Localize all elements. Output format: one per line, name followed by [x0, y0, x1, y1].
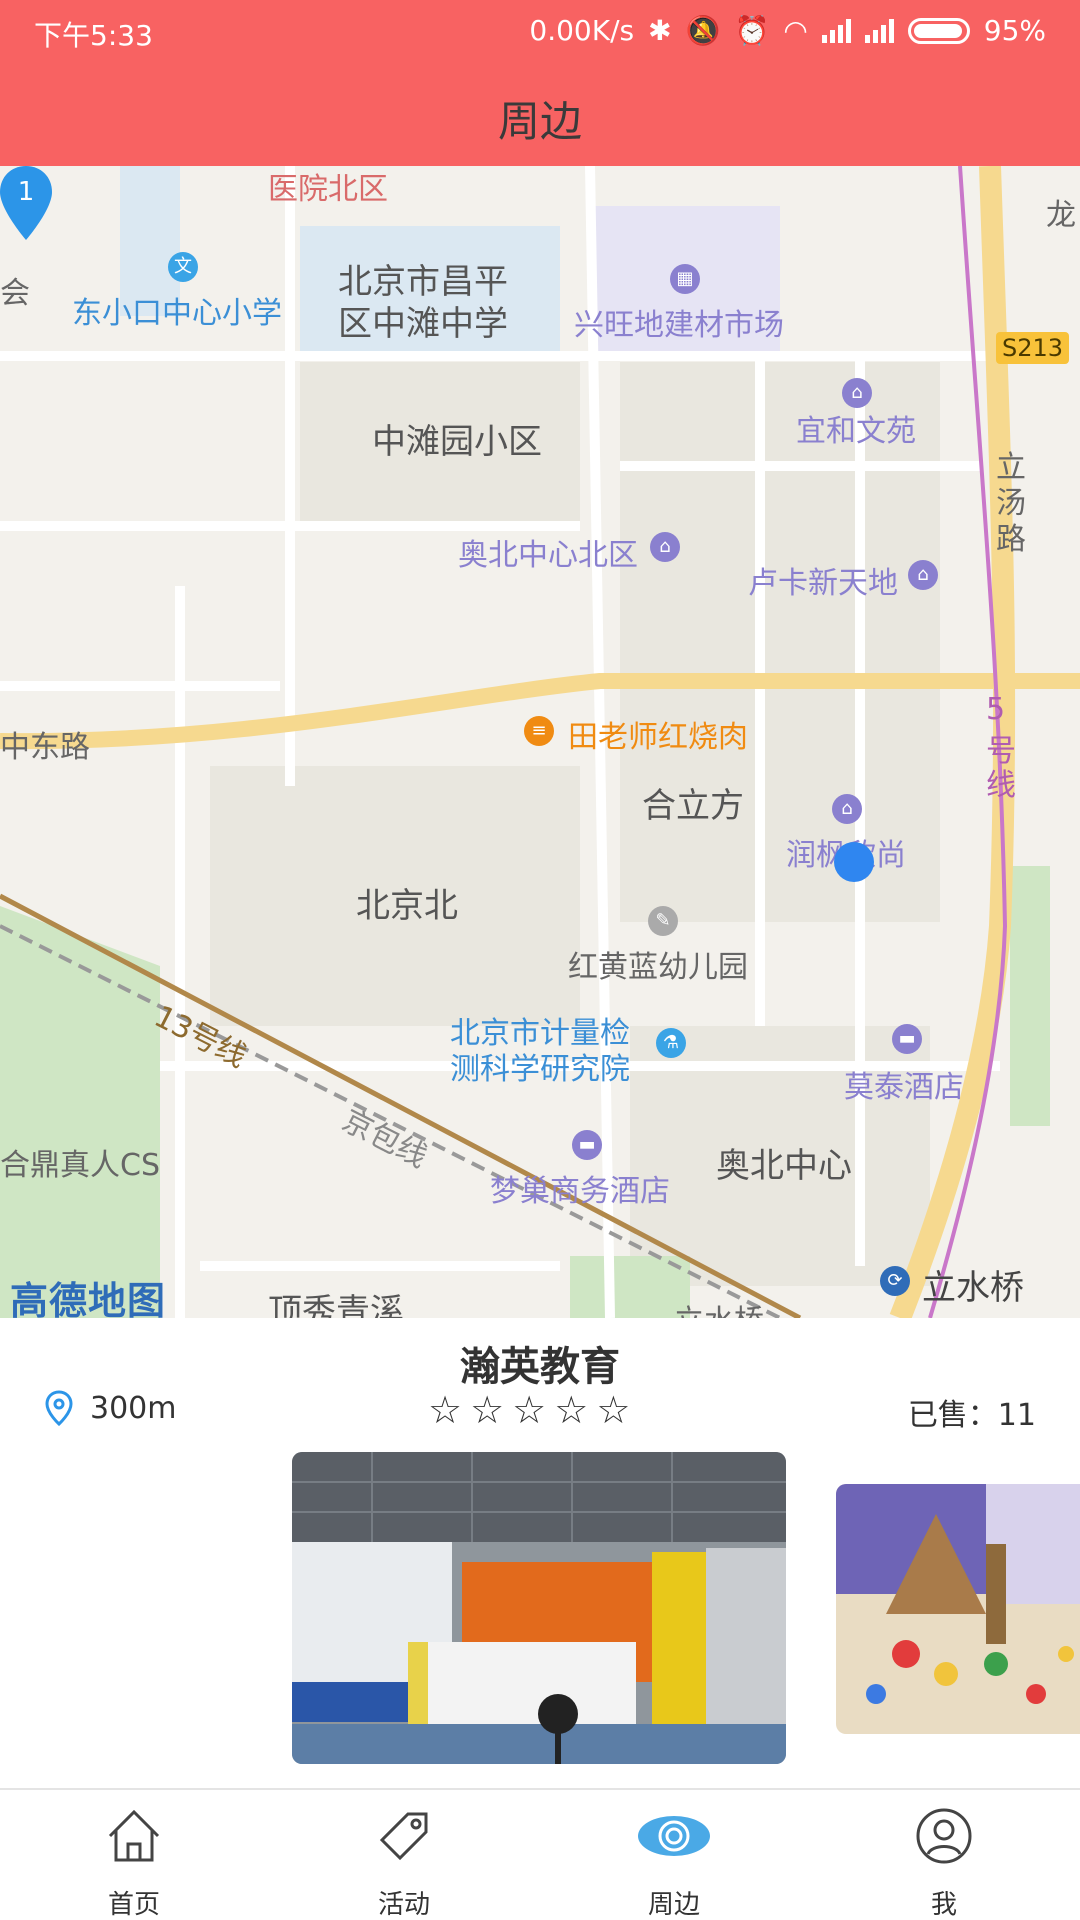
- kindergarten-poi-icon[interactable]: ✎: [648, 906, 678, 936]
- map-label-long: 龙: [1046, 198, 1076, 233]
- map-label-kindergarten[interactable]: 红黄蓝幼儿园: [568, 942, 748, 986]
- status-time: 下午5:33: [34, 19, 153, 52]
- sold-count: 已售：11: [907, 1398, 1036, 1433]
- tab-activity-label: 活动: [377, 1890, 430, 1920]
- map-label-helifang: 合立方: [642, 786, 744, 826]
- tab-nearby-label: 周边: [647, 1890, 700, 1920]
- current-location-dot: [834, 842, 874, 882]
- status-icons: 0.00K/s ✱ 🔕 ⏰ ◠ 95%: [529, 14, 1046, 47]
- map-marker-number: 1: [18, 177, 35, 207]
- mengchao-poi-icon[interactable]: ▬: [572, 1130, 602, 1160]
- map-label-motai[interactable]: 莫泰酒店: [844, 1062, 964, 1106]
- residence-poi-icon[interactable]: ⌂: [842, 378, 872, 408]
- subway-poi-icon[interactable]: ⟳: [880, 1266, 910, 1296]
- restaurant-poi-icon[interactable]: ≡: [524, 716, 554, 746]
- star-icon: ☆: [512, 1388, 547, 1432]
- tab-me[interactable]: 我: [854, 1790, 1034, 1920]
- battery-icon: [907, 17, 970, 44]
- network-speed: 0.00K/s: [529, 14, 635, 47]
- map-label-beijingbei: 北京北: [356, 886, 458, 926]
- map-label-dingxiu: 顶秀青溪: [268, 1292, 404, 1318]
- road-badge: S213: [996, 332, 1070, 364]
- map-label-hui: 会: [0, 276, 30, 311]
- user-icon: [916, 1808, 972, 1864]
- map-label-luka[interactable]: 卢卡新天地: [748, 558, 898, 602]
- hotel-poi-icon[interactable]: ▬: [892, 1024, 922, 1054]
- map-label-school1[interactable]: 东小口中心小学: [72, 288, 282, 332]
- status-bar: 下午5:33 0.00K/s ✱ 🔕 ⏰ ◠ 95%: [0, 0, 1080, 62]
- tab-me-label: 我: [930, 1890, 957, 1920]
- distance-row: 300m: [44, 1390, 176, 1426]
- map-label-hospital: 医院北区: [268, 172, 388, 207]
- star-icon: ☆: [554, 1388, 589, 1432]
- rating-stars: ☆ ☆ ☆ ☆ ☆: [428, 1388, 630, 1432]
- page-title: 周边: [497, 97, 582, 146]
- star-icon: ☆: [428, 1388, 463, 1432]
- runfeng-poi-icon[interactable]: ⌂: [832, 794, 862, 824]
- battery-level: 95%: [983, 14, 1046, 47]
- bluetooth-icon: ✱: [648, 13, 672, 47]
- shop-info-panel[interactable]: 瀚英教育 300m ☆ ☆ ☆ ☆ ☆ 已售：11: [0, 1318, 1080, 1788]
- shop-photo-playground[interactable]: [836, 1484, 1080, 1734]
- location-pin-icon: [45, 1390, 73, 1426]
- tab-nearby[interactable]: 周边: [584, 1790, 764, 1920]
- bottom-tab-bar: 首页 活动 周边 我: [0, 1788, 1080, 1920]
- signal-icon: [821, 18, 851, 43]
- star-icon: ☆: [596, 1388, 631, 1432]
- tag-icon: [379, 1812, 428, 1861]
- star-icon: ☆: [470, 1388, 505, 1432]
- map-label-school2-line2[interactable]: 区中滩中学: [338, 296, 508, 345]
- shop-name[interactable]: 瀚英教育: [0, 1334, 1080, 1392]
- tab-home-label: 首页: [107, 1890, 160, 1920]
- map-label-road-east: 中东路: [0, 730, 90, 765]
- top-bar: 下午5:33 0.00K/s ✱ 🔕 ⏰ ◠ 95% 周边: [0, 0, 1080, 166]
- map-label-line5-1: 5: [986, 692, 1006, 727]
- map-provider-logo: 高德地图: [10, 1279, 167, 1318]
- market-poi-icon[interactable]: ▦: [670, 264, 700, 294]
- map-label-litang-3: 路: [996, 522, 1026, 557]
- map-label-line5-3: 线: [986, 768, 1016, 803]
- map-label-restaurant[interactable]: 田老师红烧肉: [568, 712, 748, 756]
- map-label-mengchao[interactable]: 梦巢商务酒店: [490, 1166, 670, 1210]
- tab-activity[interactable]: 活动: [314, 1790, 494, 1920]
- map-label-aobei-center: 奥北中心: [716, 1146, 852, 1186]
- school-poi-icon[interactable]: 文: [168, 252, 198, 282]
- map-label-lishuiqiao[interactable]: 立水桥: [922, 1260, 1024, 1309]
- map-label-yihe[interactable]: 宜和文苑: [796, 406, 916, 450]
- mute-icon: 🔕: [685, 13, 721, 47]
- wifi-icon: ◠: [783, 13, 808, 47]
- home-icon: [108, 1809, 160, 1862]
- eye-icon: [638, 1816, 710, 1856]
- alarm-icon: ⏰: [734, 13, 770, 47]
- shop-distance: 300m: [90, 1390, 177, 1426]
- map-view[interactable]: 医院北区 会 文 东小口中心小学 北京市昌平 区中滩中学 ▦ 兴旺地建材市场 S…: [0, 166, 1080, 1318]
- institute-poi-icon[interactable]: ⚗: [656, 1028, 686, 1058]
- map-label-cs: 合鼎真人CS: [0, 1148, 160, 1183]
- map-label-market[interactable]: 兴旺地建材市场: [574, 300, 784, 344]
- luka-poi-icon[interactable]: ⌂: [908, 560, 938, 590]
- shop-photo-lobby[interactable]: [292, 1452, 786, 1764]
- map-label-institute-line2[interactable]: 测科学研究院: [450, 1044, 630, 1088]
- signal-icon-2: [864, 18, 894, 43]
- aobei-north-poi-icon[interactable]: ⌂: [650, 532, 680, 562]
- tab-home[interactable]: 首页: [44, 1790, 224, 1920]
- map-label-zhongtan: 中滩园小区: [372, 422, 542, 462]
- map-label-lishuiqiao-2: 立水桥: [674, 1296, 764, 1318]
- map-marker-pin[interactable]: 1: [0, 166, 52, 240]
- map-label-aobei-north[interactable]: 奥北中心北区: [458, 530, 638, 574]
